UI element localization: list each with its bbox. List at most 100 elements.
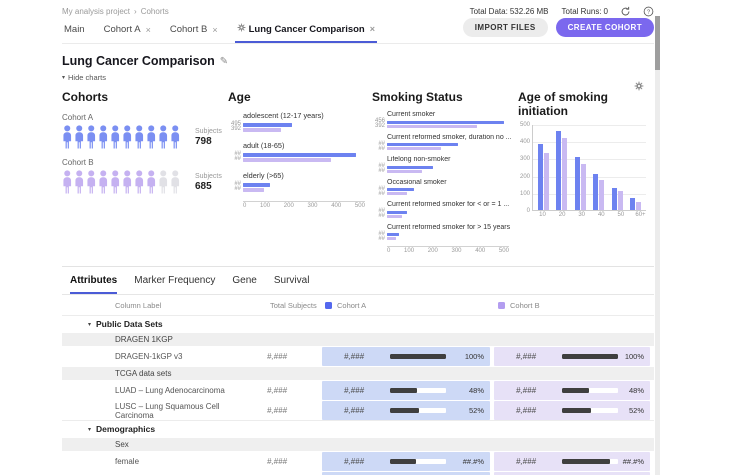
cohort-a-header: Cohort A: [322, 301, 494, 310]
cohort-a-bar: [390, 354, 446, 359]
person-icon: [170, 170, 181, 194]
cohorts-section: Cohorts Cohort ASubjects798Cohort BSubje…: [62, 90, 222, 256]
category-label: Occasional smoker: [387, 179, 512, 186]
bars: [243, 183, 270, 192]
table-row-dragen-1kgp-v3[interactable]: DRAGEN-1kGP v3#,####,###100%#,###100%: [62, 347, 654, 366]
total-subjects-cell: #,###: [242, 401, 322, 420]
cohort-b-bar: [387, 215, 402, 218]
cohort-b-bar: [243, 188, 264, 192]
value-labels: ####: [228, 182, 241, 192]
tab-survival[interactable]: Survival: [274, 275, 310, 294]
bar-group-current-reformed-smoker-for-15-years: Current reformed smoker for > 15 years##…: [372, 224, 512, 242]
table-header: Column Label Total Subjects Cohort A Coh…: [62, 295, 654, 315]
scrollbar-thumb[interactable]: [655, 16, 660, 70]
attributes-table: ▾Public Data SetsDRAGEN 1KGPDRAGEN-1kGP …: [62, 315, 654, 475]
bar-row: ####: [372, 187, 512, 197]
total-data-stat: Total Data:532.26 MB: [468, 7, 549, 16]
person-icon: [98, 170, 109, 194]
hide-charts-toggle[interactable]: ▾ Hide charts: [62, 73, 654, 82]
tab-cohort-b[interactable]: Cohort B ×: [168, 19, 220, 43]
person-icon: [122, 170, 133, 194]
close-icon[interactable]: ×: [146, 25, 151, 35]
tab-main[interactable]: Main: [62, 19, 87, 43]
category-label: adult (18-65): [243, 141, 368, 150]
cohort-b-percent: 100%: [625, 352, 644, 361]
tab-bar-actions: IMPORT FILES CREATE COHORT: [463, 18, 654, 43]
tab-attributes[interactable]: Attributes: [70, 275, 117, 294]
caret-down-icon[interactable]: ▾: [88, 426, 91, 433]
tab-lung-cancer-comparison[interactable]: Lung Cancer Comparison×: [235, 18, 377, 43]
table-row-lusc-lung-squamous-cell-carcinoma[interactable]: LUSC – Lung Squamous Cell Carcinoma#,###…: [62, 401, 654, 420]
person-icon: [158, 170, 169, 194]
table-row-luad-lung-adenocarcinoma[interactable]: LUAD – Lung Adenocarcinoma#,####,###48%#…: [62, 381, 654, 400]
tab-marker-frequency[interactable]: Marker Frequency: [134, 275, 215, 294]
y-tick-label: 300: [520, 156, 530, 162]
value-label: ##: [372, 214, 385, 219]
bars: [243, 123, 292, 132]
y-tick-label: 400: [520, 139, 530, 145]
cohort-a-cell: #,###48%: [322, 381, 490, 400]
cohort-b-bar: [387, 170, 422, 173]
total-runs-stat: Total Runs:0: [560, 7, 608, 16]
svg-text:?: ?: [646, 9, 650, 15]
tab-gene[interactable]: Gene: [232, 275, 256, 294]
chart-settings-gear-icon[interactable]: [634, 78, 644, 96]
cohort-population-icons: [62, 125, 183, 149]
value-labels: 456392: [372, 119, 385, 129]
cohort-b-cell: #,#####.#%: [494, 452, 650, 471]
cohort-b-value: #,###: [516, 352, 550, 361]
close-icon[interactable]: ×: [212, 25, 217, 35]
category-label: Current reformed smoker for > 15 years: [387, 224, 512, 231]
cohort-name: Cohort A: [62, 113, 222, 122]
bar-group-40: [593, 174, 604, 210]
bars: [387, 121, 504, 128]
table-subgroup-row-sex[interactable]: Sex: [62, 438, 654, 451]
cohort-b-cell: #,###52%: [494, 401, 650, 420]
x-tick-label: 30: [576, 212, 587, 218]
create-cohort-button[interactable]: CREATE COHORT: [556, 18, 654, 37]
cohort-a-value: #,###: [344, 457, 378, 466]
bar-row: ####: [228, 152, 368, 162]
bar-group-60: [630, 198, 641, 210]
tab-cohort-a[interactable]: Cohort A×: [102, 19, 153, 43]
caret-down-icon[interactable]: ▾: [88, 321, 91, 328]
total-data-value: 532.26 MB: [510, 7, 549, 16]
top-bar: My analysis project › Cohorts Total Data…: [62, 0, 654, 17]
person-icon: [146, 125, 157, 149]
table-subgroup-row-tcga-data-sets[interactable]: TCGA data sets: [62, 367, 654, 380]
gear-icon: [237, 23, 246, 35]
subjects-count: 798: [195, 136, 222, 147]
breadcrumb-project[interactable]: My analysis project: [62, 7, 130, 16]
x-axis-labels: 102030405060+: [537, 211, 651, 218]
import-files-button[interactable]: IMPORT FILES: [463, 18, 548, 37]
help-icon[interactable]: ?: [642, 5, 654, 17]
refresh-icon[interactable]: [619, 5, 631, 17]
chevron-right-icon: ›: [134, 7, 137, 16]
cohort-b-legend-label: Cohort B: [510, 301, 540, 310]
vertical-scrollbar[interactable]: [655, 16, 660, 475]
table-group-row-demographics[interactable]: ▾Demographics: [62, 420, 654, 437]
y-tick-label: 100: [520, 191, 530, 197]
category-label: Lifelong non-smoker: [387, 156, 512, 163]
category-label: Current reformed smoker, duration no ...: [387, 134, 512, 141]
x-tick-label: 300: [451, 248, 461, 254]
subjects-stat: Subjects685: [195, 173, 222, 192]
cohort-row: Subjects798: [62, 122, 222, 149]
table-subgroup-row-dragen-1kgp[interactable]: DRAGEN 1KGP: [62, 333, 654, 346]
cohort-name: Cohort B: [62, 158, 222, 167]
table-group-row-public-data-sets[interactable]: ▾Public Data Sets: [62, 315, 654, 332]
table-row-female[interactable]: female#,####,#####.#%#,#####.#%: [62, 452, 654, 471]
breadcrumb-section[interactable]: Cohorts: [141, 7, 169, 16]
category-label: elderly (>65): [243, 171, 368, 180]
total-subjects-cell: #,###: [242, 347, 322, 366]
cohort-b-cell: #,### 100%: [494, 347, 650, 366]
person-icon: [86, 170, 97, 194]
cohort-b-bar-track: [562, 354, 618, 359]
column-label-cell: female: [62, 452, 242, 471]
edit-icon[interactable]: ✎: [220, 56, 228, 67]
tab-label: Cohort B: [170, 24, 208, 35]
bars: [387, 166, 433, 173]
bar-group-elderly-65: elderly (>65)####: [228, 171, 368, 192]
close-icon[interactable]: ×: [370, 24, 375, 34]
cohort-b-legend-swatch: [498, 302, 505, 309]
